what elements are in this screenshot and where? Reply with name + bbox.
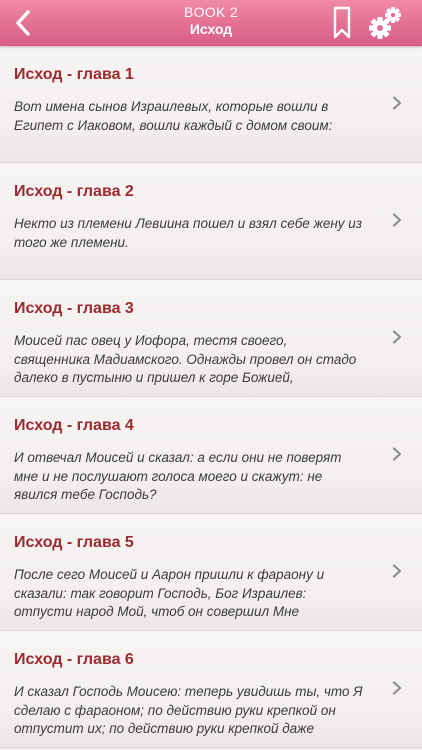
navigation-bar: BOOK 2 Исход bbox=[0, 0, 422, 46]
chevron-right-icon bbox=[392, 330, 402, 344]
chapter-preview: Вот имена сынов Израилевых, которые вошл… bbox=[14, 99, 333, 133]
chevron-right-icon bbox=[392, 213, 402, 227]
chevron-right-icon bbox=[392, 564, 402, 578]
chapter-preview: И сказал Господь Моисею: теперь увидишь … bbox=[14, 684, 363, 736]
chapter-item-4[interactable]: Исход - глава 4 И отвечал Моисей и сказа… bbox=[0, 397, 422, 514]
page-title: Исход bbox=[189, 21, 233, 37]
chapter-preview: После сего Моисей и Аарон пришли к фарао… bbox=[14, 567, 325, 619]
book-label: BOOK 2 bbox=[184, 4, 238, 20]
bookmark-button[interactable] bbox=[330, 5, 354, 41]
gear-icon bbox=[369, 7, 401, 39]
nav-title: BOOK 2 Исход bbox=[100, 4, 322, 38]
back-button[interactable] bbox=[6, 4, 40, 42]
chevron-right-icon bbox=[392, 96, 402, 110]
chapter-preview: И отвечал Моисей и сказал: а если они не… bbox=[14, 450, 342, 502]
chapter-title: Исход - глава 6 bbox=[14, 651, 134, 668]
chapter-list: Исход - глава 1 Вот имена сынов Израилев… bbox=[0, 46, 422, 750]
chapter-item-1[interactable]: Исход - глава 1 Вот имена сынов Израилев… bbox=[0, 46, 422, 163]
chapter-title: Исход - глава 3 bbox=[14, 300, 134, 317]
chapter-preview: Некто из племени Левиина пошел и взял се… bbox=[14, 216, 363, 250]
chapter-item-3[interactable]: Исход - глава 3 Моисей пас овец у Иофора… bbox=[0, 280, 422, 397]
chevron-right-icon bbox=[392, 447, 402, 461]
settings-button[interactable] bbox=[366, 4, 404, 42]
chapter-title: Исход - глава 1 bbox=[14, 66, 134, 83]
chapter-title: Исход - глава 5 bbox=[14, 534, 134, 551]
chevron-left-icon bbox=[16, 10, 30, 36]
chevron-right-icon bbox=[392, 681, 402, 695]
chapter-item-6[interactable]: Исход - глава 6 И сказал Господь Моисею:… bbox=[0, 631, 422, 748]
chapter-title: Исход - глава 2 bbox=[14, 183, 134, 200]
chapter-item-5[interactable]: Исход - глава 5 После сего Моисей и Ааро… bbox=[0, 514, 422, 631]
chapter-title: Исход - глава 4 bbox=[14, 417, 134, 434]
bookmark-icon bbox=[333, 6, 351, 39]
chapter-preview: Моисей пас овец у Иофора, тестя своего, … bbox=[14, 333, 357, 385]
chapter-item-2[interactable]: Исход - глава 2 Некто из племени Левиина… bbox=[0, 163, 422, 280]
